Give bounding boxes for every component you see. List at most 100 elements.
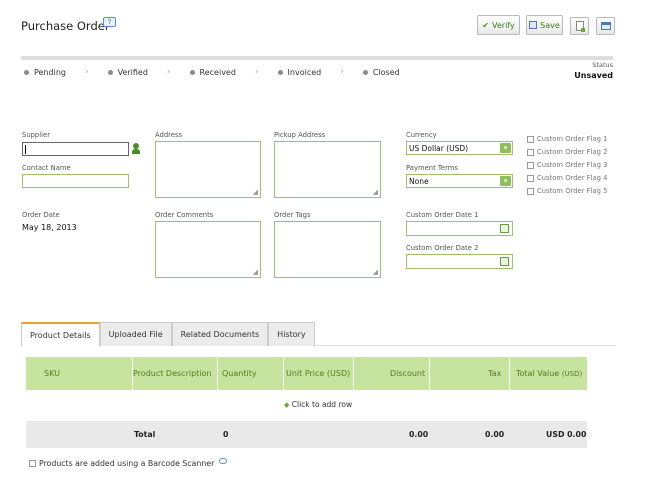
flag-label: Custom Order Flag 1: [537, 135, 608, 143]
custom-date2-input[interactable]: [406, 254, 513, 269]
step-label: Closed: [372, 67, 400, 77]
order-date-value[interactable]: May 18, 2013: [22, 223, 77, 232]
info-bubble-icon[interactable]: [219, 457, 228, 464]
step-dot-icon: [107, 69, 113, 75]
flag-label: Custom Order Flag 3: [537, 161, 608, 169]
help-icon[interactable]: ?: [103, 17, 116, 27]
step-label: Verified: [117, 67, 148, 77]
contact-name-label: Contact Name: [22, 164, 71, 172]
total-tax: 0.00: [485, 430, 505, 439]
col-discount[interactable]: Discount: [390, 369, 425, 378]
order-comments-textarea[interactable]: ◢: [155, 221, 261, 278]
chevron-right-icon: ›: [340, 67, 344, 77]
new-document-icon: [575, 21, 585, 32]
order-tags-label: Order Tags: [274, 211, 311, 219]
chevron-right-icon: ›: [166, 67, 171, 77]
custom-flag-5[interactable]: Custom Order Flag 5: [527, 187, 607, 195]
address-textarea[interactable]: ◢: [155, 141, 261, 198]
col-total-value-label: Total Value: [516, 369, 560, 378]
checkbox[interactable]: [527, 187, 534, 195]
add-row-label: Click to add row: [291, 400, 353, 409]
column-divider: [217, 357, 218, 390]
flag-label: Custom Order Flag 4: [537, 174, 608, 182]
chevron-right-icon: ›: [84, 67, 89, 77]
table-header: SKU Product Description Quantity Unit Pr…: [26, 357, 587, 390]
checkbox[interactable]: [527, 135, 534, 143]
verify-button[interactable]: ✔ Verify: [477, 15, 520, 35]
contact-name-input[interactable]: [22, 174, 129, 188]
column-divider: [429, 357, 430, 390]
step-dot-icon: [24, 69, 29, 75]
total-quantity: 0: [223, 430, 229, 439]
progress-bar: [21, 56, 613, 60]
chevron-right-icon: ›: [254, 67, 259, 77]
add-row-link[interactable]: ◆ Click to add row: [284, 400, 352, 409]
page-title: Purchase Order: [21, 19, 110, 33]
address-label: Address: [155, 131, 183, 139]
custom-flag-2[interactable]: Custom Order Flag 2: [527, 148, 607, 156]
workflow-steps: Pending › Verified › Received › Invoiced…: [24, 66, 400, 78]
total-value: USD 0.00: [546, 430, 587, 439]
payment-terms-value: None: [409, 176, 429, 186]
step-label: Invoiced: [287, 67, 322, 77]
supplier-input[interactable]: [22, 142, 129, 156]
tab-related-documents[interactable]: Related Documents: [171, 322, 269, 346]
order-tags-textarea[interactable]: ◢: [274, 221, 381, 278]
col-sku[interactable]: SKU: [44, 369, 60, 378]
calendar-icon[interactable]: [500, 224, 509, 233]
tab-history[interactable]: History: [268, 322, 315, 346]
custom-flag-4[interactable]: Custom Order Flag 4: [527, 174, 607, 182]
custom-flag-3[interactable]: Custom Order Flag 3: [527, 161, 607, 169]
add-row-icon: ◆: [284, 401, 290, 409]
add-supplier-icon[interactable]: [131, 143, 142, 155]
calendar-icon[interactable]: [500, 257, 509, 266]
total-row: Total 0 0.00 0.00 USD 0.00: [26, 421, 587, 448]
list-view-icon: [600, 22, 611, 30]
barcode-checkbox[interactable]: [29, 460, 36, 467]
col-description[interactable]: Product Description: [133, 369, 211, 378]
floppy-icon: [529, 21, 538, 29]
new-document-button[interactable]: [570, 17, 589, 35]
verify-label: Verify: [492, 20, 515, 30]
save-button[interactable]: Save: [526, 15, 563, 35]
resize-grip-icon[interactable]: ◢: [373, 189, 378, 196]
tab-uploaded-file[interactable]: Uploaded File: [99, 322, 172, 346]
payment-terms-select[interactable]: None ▾: [406, 174, 513, 188]
step-verified: Verified: [107, 67, 148, 77]
currency-select[interactable]: US Dollar (USD) ▾: [406, 141, 513, 155]
custom-flag-1[interactable]: Custom Order Flag 1: [527, 135, 607, 143]
col-unit-price[interactable]: Unit Price (USD): [286, 369, 350, 378]
step-closed: Closed: [362, 67, 400, 77]
step-label: Pending: [34, 67, 66, 77]
currency-value: US Dollar (USD): [409, 143, 469, 153]
column-divider: [283, 357, 284, 390]
supplier-label: Supplier: [22, 131, 51, 139]
step-dot-icon: [189, 69, 195, 75]
col-total-value-unit: (USD): [561, 370, 583, 378]
col-total-value[interactable]: Total Value (USD): [516, 369, 582, 378]
barcode-option[interactable]: Products are added using a Barcode Scann…: [29, 457, 228, 468]
payment-terms-label: Payment Terms: [406, 164, 458, 172]
tab-product-details[interactable]: Product Details: [21, 322, 100, 346]
checkbox[interactable]: [527, 148, 534, 156]
chevron-down-icon: ▾: [500, 143, 511, 153]
resize-grip-icon[interactable]: ◢: [373, 269, 378, 276]
checkbox[interactable]: [527, 174, 534, 182]
chevron-down-icon: ▾: [500, 176, 511, 186]
col-tax[interactable]: Tax: [488, 369, 501, 378]
col-quantity[interactable]: Quantity: [222, 369, 257, 378]
step-dot-icon: [362, 69, 368, 75]
order-comments-label: Order Comments: [155, 211, 214, 219]
barcode-label: Products are added using a Barcode Scann…: [39, 459, 215, 468]
checkbox[interactable]: [527, 161, 534, 169]
currency-label: Currency: [406, 131, 437, 139]
resize-grip-icon[interactable]: ◢: [253, 269, 258, 276]
flag-label: Custom Order Flag 2: [537, 148, 608, 156]
list-view-button[interactable]: [596, 17, 615, 35]
step-received: Received: [189, 68, 236, 77]
resize-grip-icon[interactable]: ◢: [253, 189, 258, 196]
custom-date1-input[interactable]: [406, 221, 513, 236]
pickup-address-label: Pickup Address: [274, 131, 326, 139]
save-label: Save: [540, 20, 560, 30]
pickup-address-textarea[interactable]: ◢: [274, 141, 381, 198]
